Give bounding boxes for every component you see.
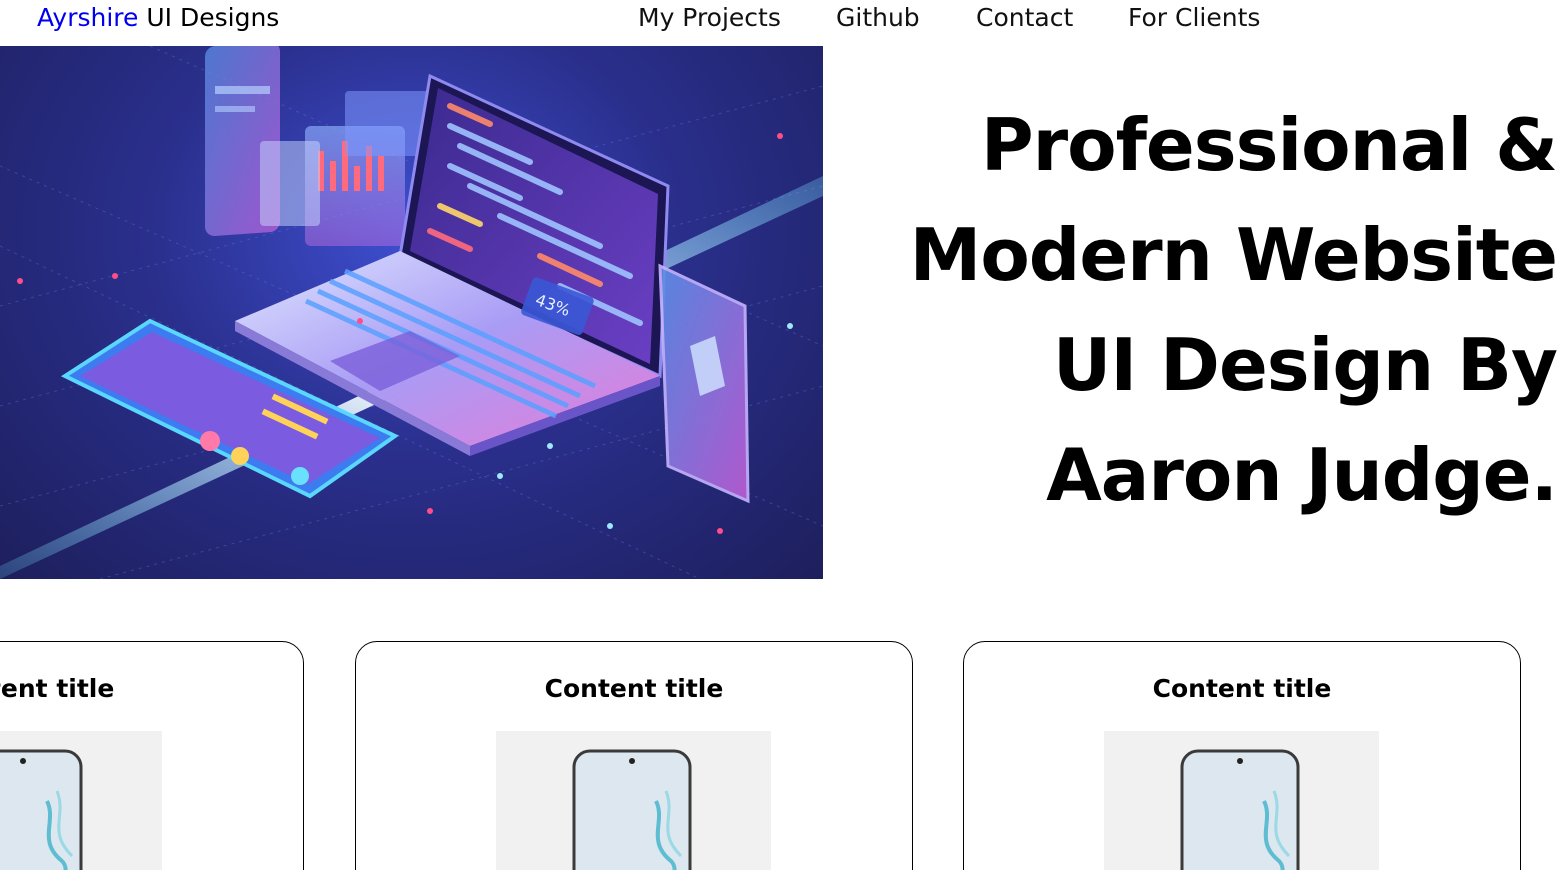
nav-link-github[interactable]: Github: [836, 2, 920, 34]
card-title: Content title: [1152, 674, 1332, 703]
phone-image: [1180, 749, 1300, 870]
content-card-2[interactable]: Content title: [355, 641, 913, 870]
phone-image: [0, 749, 83, 870]
content-card-3[interactable]: Content title: [963, 641, 1521, 870]
nav-link-my-projects[interactable]: My Projects: [638, 2, 781, 34]
brand-rest-text: UI Designs: [138, 3, 280, 32]
page: Ayrshire UI Designs My Projects Github C…: [0, 0, 1567, 870]
hero-title: Professional & Modern Website UI Design …: [857, 90, 1558, 530]
card-title: Content title: [0, 674, 115, 703]
floating-card: [260, 141, 320, 226]
content-card-1[interactable]: Content title: [0, 641, 304, 870]
nav-link-contact[interactable]: Contact: [976, 2, 1073, 34]
floating-phone-right: [658, 263, 750, 504]
hero-illustration: 43%: [0, 46, 823, 579]
nav-link-for-clients[interactable]: For Clients: [1128, 2, 1260, 34]
hero-title-line-4: Aaron Judge.: [1046, 433, 1558, 517]
card-thumbnail-phone: [1104, 731, 1379, 870]
card-thumbnail-phone: [496, 731, 771, 870]
card-title: Content title: [544, 674, 724, 703]
hero-illustration-svg: 43%: [0, 46, 823, 579]
brand-logo-link[interactable]: Ayrshire UI Designs: [37, 2, 279, 34]
hero-title-line-2: Modern Website: [909, 213, 1558, 297]
hero-title-line-3: UI Design By: [1052, 323, 1558, 407]
hero-title-line-1: Professional &: [980, 103, 1558, 187]
brand-accent-text: Ayrshire: [37, 3, 139, 32]
card-thumbnail-phone: [0, 731, 162, 870]
phone-image: [572, 749, 692, 870]
